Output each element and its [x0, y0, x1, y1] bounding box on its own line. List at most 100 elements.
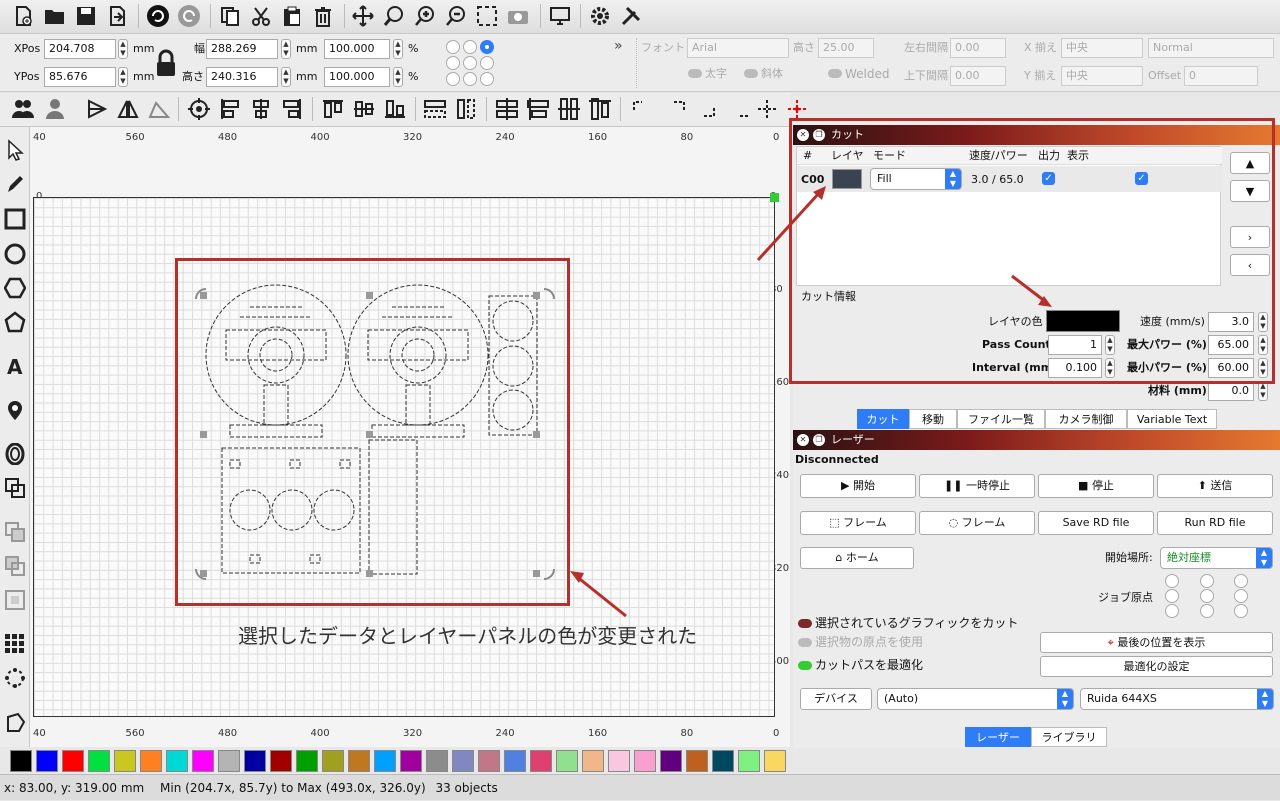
- ypos-input[interactable]: 85.676: [44, 67, 116, 87]
- save-icon[interactable]: [73, 3, 99, 29]
- xpos-stepper[interactable]: ▲ ▼: [118, 39, 128, 59]
- array-grid-icon[interactable]: [2, 631, 28, 657]
- material-stepper[interactable]: ▲ ▼: [1258, 381, 1268, 401]
- anchor-tr-radio[interactable]: [480, 40, 494, 54]
- laser-position-icon[interactable]: [784, 96, 810, 122]
- save-rd-button[interactable]: Save RD file: [1038, 511, 1154, 535]
- anchor-br-radio[interactable]: [480, 72, 494, 86]
- palette-swatch[interactable]: [608, 750, 630, 772]
- palette-swatch[interactable]: [218, 750, 240, 772]
- scale-height-input[interactable]: 100.000: [324, 67, 390, 87]
- polygon-icon[interactable]: [2, 275, 28, 301]
- collapse-button[interactable]: ‹: [1230, 254, 1270, 276]
- zoom-frame-icon[interactable]: [474, 3, 500, 29]
- corner-bl-icon[interactable]: [728, 96, 754, 122]
- origin-mr-radio[interactable]: [1234, 589, 1248, 603]
- intersect-icon[interactable]: [2, 587, 28, 613]
- origin-bl-radio[interactable]: [1165, 604, 1179, 618]
- rectangle-icon[interactable]: [2, 206, 28, 232]
- palette-swatch[interactable]: [452, 750, 474, 772]
- align-vcenter-icon[interactable]: [351, 96, 377, 122]
- frame-rect-button[interactable]: ⬚ フレーム: [800, 511, 916, 535]
- palette-swatch[interactable]: [582, 750, 604, 772]
- corner-tl-icon[interactable]: [628, 96, 654, 122]
- tab-variable-text[interactable]: Variable Text: [1127, 409, 1217, 429]
- palette-swatch[interactable]: [244, 750, 266, 772]
- redo-icon[interactable]: [176, 3, 202, 29]
- interval-input[interactable]: 0.100: [1048, 358, 1102, 378]
- undo-icon[interactable]: [145, 3, 171, 29]
- pause-button[interactable]: ❚❚ 一時停止: [919, 474, 1035, 498]
- palette-swatch[interactable]: [296, 750, 318, 772]
- palette-swatch[interactable]: [114, 750, 136, 772]
- palette-swatch[interactable]: [478, 750, 500, 772]
- yalign-select[interactable]: 中央: [1061, 66, 1143, 86]
- palette-swatch[interactable]: [426, 750, 448, 772]
- delete-icon[interactable]: [310, 3, 336, 29]
- tools-icon[interactable]: [618, 3, 644, 29]
- open-folder-icon[interactable]: [42, 3, 68, 29]
- xalign-select[interactable]: 中央: [1061, 38, 1143, 58]
- pass-count-input[interactable]: 1: [1048, 335, 1102, 355]
- max-power-input[interactable]: 65.00: [1208, 335, 1254, 355]
- cut-selected-toggle[interactable]: [798, 619, 812, 628]
- device-select[interactable]: Ruida 644XS ▲ ▼: [1080, 688, 1274, 710]
- palette-swatch[interactable]: [88, 750, 110, 772]
- palette-swatch[interactable]: [192, 750, 214, 772]
- origin-br-radio[interactable]: [1234, 604, 1248, 618]
- home-button[interactable]: ⌂ ホーム: [800, 547, 914, 569]
- subtract-icon[interactable]: [2, 553, 28, 579]
- tab-laser[interactable]: レーザー: [965, 727, 1031, 747]
- circular-array-icon[interactable]: [2, 665, 28, 691]
- tab-library[interactable]: ライブラリ: [1031, 727, 1107, 747]
- anchor-tl-radio[interactable]: [446, 40, 460, 54]
- close-panel-icon[interactable]: ✕: [797, 129, 809, 141]
- float-panel-icon[interactable]: ❐: [813, 129, 825, 141]
- layer-row[interactable]: C00 Fill ▲ ▼ 3.0 / 65.0 ✓ ✓: [797, 166, 1222, 192]
- pentagon-icon[interactable]: [2, 309, 28, 335]
- palette-swatch[interactable]: [504, 750, 526, 772]
- zoom-out-icon[interactable]: [443, 3, 469, 29]
- more-options-icon[interactable]: »: [614, 39, 623, 53]
- palette-swatch[interactable]: [400, 750, 422, 772]
- start-button[interactable]: ▶ 開始: [800, 474, 916, 498]
- move-layer-up-button[interactable]: ▲: [1230, 152, 1270, 174]
- palette-swatch[interactable]: [634, 750, 656, 772]
- output-checkbox[interactable]: ✓: [1042, 172, 1055, 185]
- same-height-icon[interactable]: [453, 96, 479, 122]
- italic-toggle[interactable]: [744, 69, 758, 78]
- monitor-icon[interactable]: [547, 3, 573, 29]
- node-edit-icon[interactable]: [2, 709, 28, 735]
- origin-ml-radio[interactable]: [1165, 589, 1179, 603]
- position-marker-icon[interactable]: [2, 397, 28, 423]
- send-button[interactable]: ⬆ 送信: [1157, 474, 1273, 498]
- palette-swatch[interactable]: [764, 750, 786, 772]
- new-file-icon[interactable]: [10, 3, 36, 29]
- interval-stepper[interactable]: ▲ ▼: [1105, 358, 1115, 378]
- export-icon[interactable]: [104, 3, 130, 29]
- frame-circle-button[interactable]: ◌ フレーム: [919, 511, 1035, 535]
- anchor-bl-radio[interactable]: [446, 72, 460, 86]
- height-input[interactable]: 240.316: [206, 67, 278, 87]
- vspace-input[interactable]: 0.00: [950, 66, 1006, 86]
- anchor-mc-radio[interactable]: [463, 56, 477, 70]
- palette-swatch[interactable]: [348, 750, 370, 772]
- align-top-icon[interactable]: [320, 96, 346, 122]
- mirror-icon[interactable]: [115, 96, 141, 122]
- tab-move[interactable]: 移動: [909, 409, 957, 429]
- min-power-input[interactable]: 60.00: [1208, 358, 1254, 378]
- palette-swatch[interactable]: [166, 750, 188, 772]
- flip-icon[interactable]: [84, 96, 110, 122]
- pen-icon[interactable]: [2, 171, 28, 197]
- select-arrow-icon[interactable]: [2, 137, 28, 163]
- float-laser-panel-icon[interactable]: ❐: [813, 434, 825, 446]
- origin-tl-radio[interactable]: [1165, 574, 1179, 588]
- zoom-window-icon[interactable]: [381, 3, 407, 29]
- stop-button[interactable]: ■ 停止: [1038, 474, 1154, 498]
- show-last-position-button[interactable]: ⌖ 最後の位置を表示: [1040, 632, 1273, 653]
- ungroup-icon[interactable]: [42, 96, 68, 122]
- optimize-toggle[interactable]: [798, 661, 812, 670]
- camera-icon[interactable]: [505, 3, 531, 29]
- xpos-input[interactable]: 204.708: [44, 39, 116, 59]
- mode-select[interactable]: Fill ▲ ▼: [870, 168, 962, 190]
